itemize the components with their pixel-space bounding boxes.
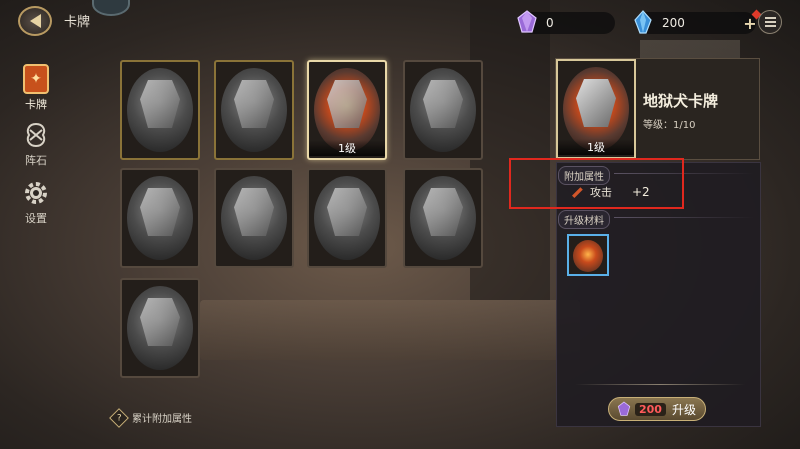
cerberus-material-icon bbox=[573, 240, 603, 272]
add-gems-button[interactable]: + bbox=[740, 9, 762, 33]
purple-gem-icon bbox=[517, 10, 537, 33]
card-slot[interactable] bbox=[214, 60, 294, 160]
detail-card-level-tag: 1级 bbox=[558, 139, 634, 155]
card-slot[interactable] bbox=[214, 168, 294, 268]
gear-icon bbox=[25, 182, 47, 204]
purple-gem-count: 0 bbox=[546, 16, 554, 30]
nav-item-cards[interactable]: 卡牌 bbox=[14, 64, 58, 112]
card-slot[interactable]: 1级 bbox=[307, 60, 387, 160]
blue-gem-icon bbox=[634, 10, 652, 34]
purple-gem-icon bbox=[617, 401, 631, 416]
rune-icon bbox=[26, 122, 46, 148]
card-slot[interactable] bbox=[120, 60, 200, 160]
card-slot[interactable] bbox=[120, 168, 200, 268]
blue-gem-count: 200 bbox=[662, 16, 685, 30]
menu-line-icon bbox=[764, 17, 776, 19]
question-icon: ? bbox=[109, 407, 129, 428]
back-button[interactable] bbox=[18, 6, 52, 36]
back-arrow-icon bbox=[29, 14, 41, 28]
card-slot[interactable] bbox=[307, 168, 387, 268]
nav-item-label: 卡牌 bbox=[25, 98, 47, 111]
upgrade-button[interactable]: 200 升级 bbox=[608, 397, 706, 421]
menu-line-icon bbox=[764, 21, 776, 23]
corner-badge-icon bbox=[92, 0, 130, 16]
menu-button[interactable] bbox=[758, 10, 782, 34]
cumulative-bonus-link[interactable]: ? 累计附加属性 bbox=[109, 407, 192, 428]
upgrade-label: 升级 bbox=[671, 402, 696, 417]
menu-line-icon bbox=[764, 25, 776, 27]
nav-item-label: 阵石 bbox=[25, 154, 47, 167]
panel-divider bbox=[575, 384, 745, 385]
card-slot[interactable] bbox=[403, 60, 483, 160]
card-level-text: 等级：1/10 bbox=[643, 120, 696, 131]
card-slot[interactable] bbox=[403, 168, 483, 268]
currency-blue-gems: 200 + bbox=[634, 9, 762, 34]
currency-purple-gems: 0 bbox=[517, 10, 615, 34]
highlight-box bbox=[509, 158, 684, 209]
detail-card-portrait: 1级 bbox=[556, 59, 636, 159]
nav-item-settings[interactable]: 设置 bbox=[14, 178, 58, 226]
nav-item-label: 设置 bbox=[25, 212, 47, 225]
card-icon bbox=[23, 64, 49, 94]
page-title: 卡牌 bbox=[64, 15, 91, 30]
materials-section-line bbox=[614, 217, 754, 218]
nav-item-rune[interactable]: 阵石 bbox=[14, 120, 58, 168]
materials-section-label: 升级材料 bbox=[558, 210, 610, 229]
material-slot[interactable] bbox=[567, 234, 609, 276]
card-slot[interactable] bbox=[120, 278, 200, 378]
hint-text: 累计附加属性 bbox=[132, 414, 192, 425]
card-level-tag: 1级 bbox=[309, 140, 385, 156]
background-table bbox=[200, 300, 580, 360]
monster-face-shape bbox=[140, 298, 180, 346]
card-name: 地狱犬卡牌 bbox=[643, 92, 719, 110]
upgrade-cost: 200 bbox=[635, 402, 666, 416]
